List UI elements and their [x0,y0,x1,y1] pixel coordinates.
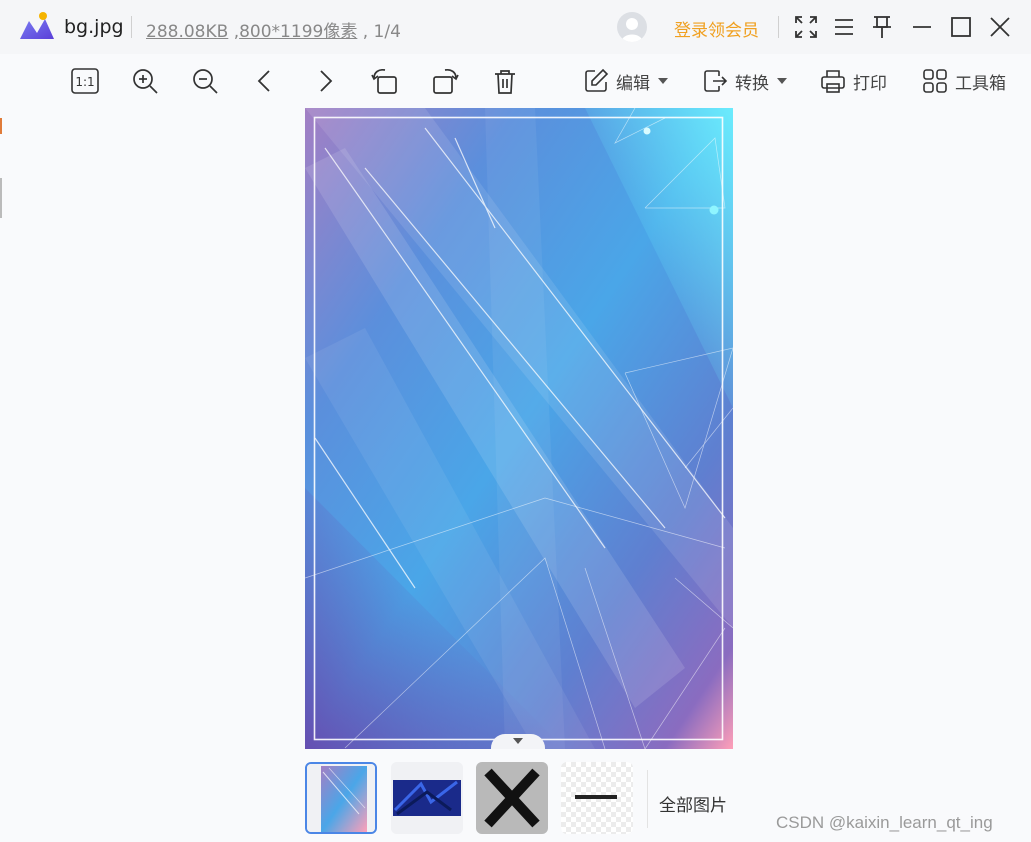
previous-icon [257,70,270,92]
next-button[interactable] [310,66,340,96]
file-info-separator: , [228,22,240,42]
page-index: , 1/4 [357,22,401,42]
maximize-icon[interactable] [947,13,975,41]
fullscreen-icon[interactable] [792,13,820,41]
title-divider [131,16,132,38]
print-button[interactable]: 打印 [820,66,887,96]
left-edge-strip [0,118,2,218]
login-member-link[interactable]: 登录领会员 [674,16,759,41]
menu-icon[interactable] [830,13,858,41]
delete-button[interactable] [490,66,520,96]
file-name: bg.jpg [64,16,124,38]
zoom-in-icon [133,69,158,94]
watermark: CSDN @kaixin_learn_qt_ing [776,813,993,832]
thumbnail-divider [647,770,648,828]
next-icon [320,70,333,92]
background-image [305,108,733,749]
toolbar: 1:1 编辑 转换 打印 工具箱 [0,54,1031,108]
actual-size-icon: 1:1 [71,68,99,94]
thumbnail-blue-texture[interactable] [391,762,463,834]
actual-size-button[interactable]: 1:1 [70,66,100,96]
previous-button[interactable] [250,66,280,96]
rotate-right-icon [433,68,459,94]
thumbnail-collapse-toggle[interactable] [491,734,545,749]
thumbnail-minus[interactable] [561,762,633,834]
rotate-left-button[interactable] [370,66,400,96]
toolbox-label: 工具箱 [955,73,1006,94]
zoom-in-button[interactable] [130,66,160,96]
thumbnail-close-x[interactable] [476,762,548,834]
edit-menu[interactable]: 编辑 [583,66,668,96]
thumbnail-bg[interactable] [305,762,377,834]
edit-icon [585,68,609,92]
print-label: 打印 [853,73,887,94]
image-canvas[interactable] [305,108,733,749]
image-dimensions: 800*1199像素 [239,22,358,42]
minimize-icon[interactable] [908,13,936,41]
file-size: 288.08KB [146,22,229,42]
all-images-link[interactable]: 全部图片 [659,791,727,816]
chevron-down-icon [777,78,787,84]
print-icon [821,70,845,93]
convert-icon [704,70,728,92]
actual-size-label: 1:1 [75,75,94,89]
toolbox-button[interactable]: 工具箱 [922,66,1006,96]
chevron-down-icon [658,78,668,84]
zoom-out-icon [193,69,218,94]
rotate-right-button[interactable] [430,66,460,96]
title-bar: bg.jpg 288.08KB ,800*1199像素 , 1/4 登录领会员 [0,0,1031,54]
edit-label: 编辑 [616,73,650,94]
zoom-out-button[interactable] [190,66,220,96]
delete-icon [495,70,515,94]
app-logo [20,12,54,39]
avatar-icon[interactable] [617,12,647,42]
convert-label: 转换 [735,73,769,94]
pin-icon[interactable] [868,13,896,41]
convert-menu[interactable]: 转换 [702,66,787,96]
file-info: 288.08KB ,800*1199像素 , 1/4 [146,17,401,42]
toolbox-icon [923,69,947,93]
close-icon[interactable] [986,13,1014,41]
rotate-left-icon [371,68,397,94]
title-divider-2 [778,16,779,38]
